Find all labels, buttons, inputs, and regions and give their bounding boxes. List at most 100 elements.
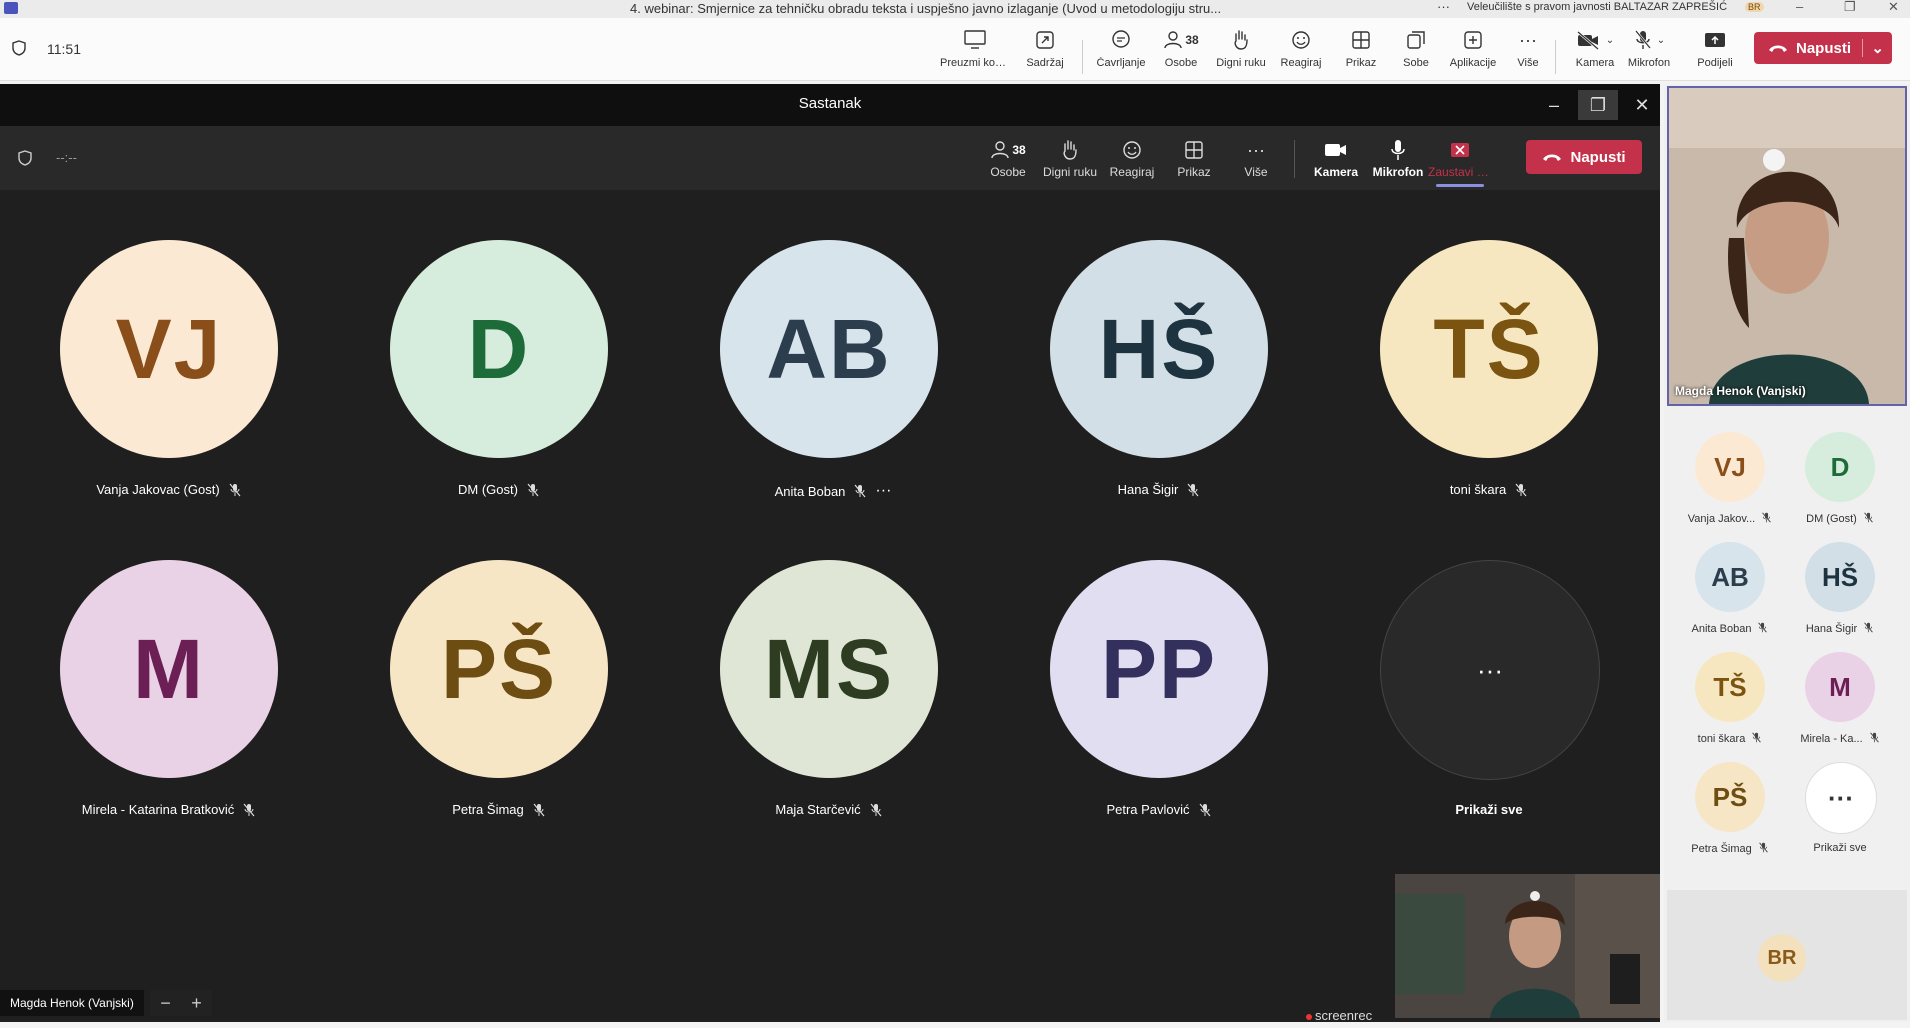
mic-off-icon: [243, 803, 255, 816]
panel-participant-name: Vanja Jakov...: [1670, 512, 1790, 526]
meeting-people-count: 38: [1012, 143, 1026, 157]
more-icon: ···: [1828, 782, 1854, 813]
panel-participant-avatar[interactable]: AB: [1695, 542, 1765, 612]
participant-avatar[interactable]: M: [60, 560, 278, 778]
self-video-preview[interactable]: [1395, 874, 1660, 1018]
mic-chevron-icon[interactable]: ⌄: [1657, 35, 1665, 46]
panel-participant-avatar[interactable]: TŠ: [1695, 652, 1765, 722]
meeting-raise-hand-button[interactable]: Digni ruku: [1038, 138, 1102, 179]
leave-meeting-button[interactable]: Napusti ⌄: [1754, 32, 1892, 64]
self-name-label: Magda Henok (Vanjski): [0, 990, 144, 1016]
mic-off-icon: [870, 803, 882, 816]
view-icon: [1185, 141, 1203, 159]
avatar-initials: VJ: [1714, 451, 1746, 482]
restore-window-icon[interactable]: ❐: [1844, 0, 1856, 15]
meeting-more-button[interactable]: ··· Više: [1224, 138, 1288, 180]
meeting-duration: --:--: [56, 150, 77, 165]
pinned-video[interactable]: Magda Henok (Vanjski): [1667, 86, 1907, 406]
minimize-window-icon[interactable]: –: [1796, 0, 1803, 14]
watermark-text: screenrec: [1315, 1008, 1373, 1023]
meeting-react-button[interactable]: Reagiraj: [1100, 138, 1164, 179]
panel-participant-avatar[interactable]: D: [1805, 432, 1875, 502]
panel-participant-avatar[interactable]: M: [1805, 652, 1875, 722]
panel-participant-name: Mirela - Ka...: [1780, 732, 1900, 746]
participant-name-label: Anita Boban: [774, 483, 846, 499]
title-more-icon[interactable]: ···: [1437, 0, 1450, 14]
screenrec-watermark: screenrec: [1306, 1008, 1372, 1023]
panel-participant-name: Petra Šimag: [1670, 842, 1790, 856]
take-control-button[interactable]: Preuzmi kon...: [940, 28, 1010, 69]
participant-avatar[interactable]: VJ: [60, 240, 278, 458]
participant-name: Petra Pavlović: [994, 802, 1324, 817]
participant-avatar[interactable]: PŠ: [390, 560, 608, 778]
apps-icon: [1464, 31, 1482, 49]
panel-participant-avatar[interactable]: HŠ: [1805, 542, 1875, 612]
participant-name-label: Vanja Jakovac (Gost): [96, 482, 220, 497]
avatar-initials: TŠ: [1713, 671, 1747, 702]
meeting-view-button[interactable]: Prikaz: [1162, 138, 1226, 179]
participant-name: Mirela - Katarina Bratković: [4, 802, 334, 817]
meeting-view-label: Prikaz: [1177, 165, 1211, 179]
meeting-more-label: Više: [1244, 165, 1268, 179]
panel-participant-name-label: Hana Šigir: [1805, 623, 1858, 635]
participant-avatar[interactable]: PP: [1050, 560, 1268, 778]
leave-chevron-icon[interactable]: ⌄: [1862, 39, 1884, 57]
avatar-initials: HŠ: [1098, 301, 1220, 396]
window-title: 4. webinar: Smjernice za tehničku obradu…: [630, 1, 1222, 16]
panel-participant-name-label: toni škara: [1697, 733, 1746, 745]
toolbar-divider: [1082, 40, 1083, 74]
meeting-minimize-icon[interactable]: –: [1534, 90, 1574, 120]
zoom-out-icon[interactable]: −: [160, 993, 171, 1014]
avatar-initials: BR: [1767, 946, 1797, 969]
zoom-in-icon[interactable]: +: [191, 993, 202, 1014]
shield-icon: [18, 150, 32, 166]
meeting-microphone-button[interactable]: Mikrofon: [1366, 138, 1430, 179]
avatar-initials: MS: [764, 621, 894, 716]
meeting-close-icon[interactable]: ✕: [1622, 90, 1662, 120]
mic-off-icon: [1869, 732, 1880, 746]
more-button[interactable]: ··· Više: [1493, 28, 1563, 70]
mic-off-icon: [1863, 512, 1874, 526]
share-button[interactable]: Podijeli: [1680, 28, 1750, 69]
participant-name: Petra Šimag: [334, 802, 664, 817]
participant-avatar[interactable]: D: [390, 240, 608, 458]
more-icon: ···: [1247, 139, 1265, 160]
panel-participant-avatar[interactable]: VJ: [1695, 432, 1765, 502]
panel-participant-name-label: Petra Šimag: [1691, 843, 1752, 855]
panel-show-all-button[interactable]: ···: [1805, 762, 1877, 834]
user-avatar-badge[interactable]: BR: [1745, 2, 1764, 12]
more-icon: ···: [1519, 29, 1537, 50]
meeting-restore-icon[interactable]: ❐: [1578, 90, 1618, 120]
participant-name-label: Hana Šigir: [1117, 482, 1179, 497]
people-icon: [991, 141, 1010, 159]
content-button[interactable]: Sadržaj: [1010, 28, 1080, 69]
panel-participant-name: Hana Šigir: [1780, 622, 1900, 636]
panel-participant-name-label: Vanja Jakov...: [1687, 513, 1756, 525]
panel-participant-name: Anita Boban: [1670, 622, 1790, 636]
meeting-window-title: Sastanak: [798, 95, 862, 112]
participant-avatar[interactable]: HŠ: [1050, 240, 1268, 458]
mic-off-icon: [1761, 512, 1772, 526]
meeting-camera-button[interactable]: Kamera: [1304, 138, 1368, 179]
mic-off-icon: [229, 483, 241, 496]
stop-recording-button[interactable]: Zaustavi zaj...: [1428, 138, 1492, 187]
camera-chevron-icon[interactable]: ⌄: [1606, 35, 1614, 46]
self-avatar[interactable]: BR: [1758, 934, 1806, 982]
meeting-controls-bar: --:-- 38 Osobe Digni ruku Reagiraj Prika…: [0, 126, 1660, 190]
meeting-people-button[interactable]: 38 Osobe: [976, 138, 1040, 179]
close-window-icon[interactable]: ✕: [1888, 0, 1899, 15]
microphone-button[interactable]: ⌄ Mikrofon: [1614, 28, 1684, 69]
participant-avatar[interactable]: MS: [720, 560, 938, 778]
active-indicator: [1436, 184, 1484, 187]
panel-participant-avatar[interactable]: PŠ: [1695, 762, 1765, 832]
meeting-leave-button[interactable]: Napusti: [1526, 140, 1642, 174]
participant-avatar[interactable]: AB: [720, 240, 938, 458]
mic-off-icon: [1758, 842, 1769, 856]
self-video-image: [1395, 874, 1660, 1018]
content-label: Sadržaj: [1026, 57, 1064, 69]
participant-avatar[interactable]: TŠ: [1380, 240, 1598, 458]
show-all-label-wrap[interactable]: Prikaži sve: [1324, 802, 1654, 817]
participant-more-icon[interactable]: ···: [875, 482, 891, 500]
show-all-participants-button[interactable]: ···: [1380, 560, 1600, 780]
avatar-initials: M: [133, 621, 205, 716]
